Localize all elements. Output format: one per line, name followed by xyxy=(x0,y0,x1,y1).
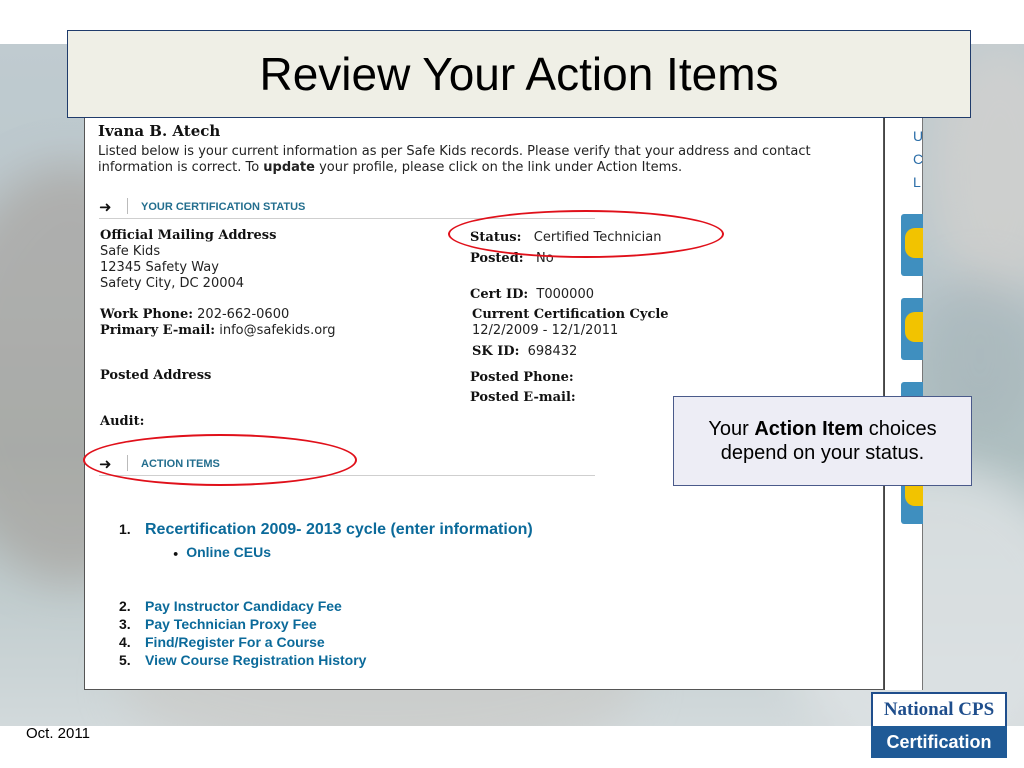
callout-box: Your Action Item choices depend on your … xyxy=(673,396,972,486)
mailing-address-label: Official Mailing Address xyxy=(100,228,277,243)
sidebar-letter[interactable]: L xyxy=(913,174,921,190)
user-name: Ivana B. Atech xyxy=(98,122,221,140)
mailing-line-3: Safety City, DC 20004 xyxy=(100,276,245,291)
mailing-line-2: 12345 Safety Way xyxy=(100,260,219,275)
intro-text: Listed below is your current information… xyxy=(98,144,811,175)
mailing-line-1: Safe Kids xyxy=(100,244,161,259)
audit-label: Audit: xyxy=(100,414,145,429)
find-course-link[interactable]: Find/Register For a Course xyxy=(145,634,325,650)
sidebar-tile[interactable] xyxy=(901,214,923,276)
work-phone: Work Phone: 202-662-0600 xyxy=(100,307,290,322)
sub-action-item[interactable]: ● Online CEUs xyxy=(173,544,271,560)
sidebar-letter[interactable]: U xyxy=(913,128,923,144)
posted-email-label: Posted E-mail: xyxy=(470,390,576,405)
sidebar-letter[interactable]: C xyxy=(913,151,923,167)
posted-address-label: Posted Address xyxy=(100,368,212,383)
action-item-4[interactable]: 4. Find/Register For a Course xyxy=(119,634,325,650)
footer-date: Oct. 2011 xyxy=(26,725,90,742)
cycle-value: 12/2/2009 - 12/1/2011 xyxy=(472,323,619,338)
cert-id-field: Cert ID: T000000 xyxy=(470,287,594,302)
recertification-link[interactable]: Recertification 2009- 2013 cycle (enter … xyxy=(145,521,533,538)
action-item-1[interactable]: 1. Recertification 2009- 2013 cycle (ente… xyxy=(119,521,533,539)
sidebar-tile[interactable] xyxy=(901,298,923,360)
action-item-5[interactable]: 5. View Course Registration History xyxy=(119,652,366,668)
slide-title: Review Your Action Items xyxy=(259,48,779,100)
primary-email: Primary E-mail: info@safekids.org xyxy=(100,323,336,338)
action-items-highlight-ellipse xyxy=(83,434,357,486)
bullet-icon: ● xyxy=(173,548,179,559)
proxy-fee-link[interactable]: Pay Technician Proxy Fee xyxy=(145,616,317,632)
action-item-3[interactable]: 3. Pay Technician Proxy Fee xyxy=(119,616,317,632)
cycle-label: Current Certification Cycle xyxy=(472,307,669,322)
callout-text: Your Action Item choices depend on your … xyxy=(708,418,937,464)
registration-history-link[interactable]: View Course Registration History xyxy=(145,652,366,668)
national-cps-logo: National CPS Certification xyxy=(871,692,1007,758)
sk-id-field: SK ID: 698432 xyxy=(472,344,578,359)
action-item-2[interactable]: 2. Pay Instructor Candidacy Fee xyxy=(119,598,342,614)
instructor-fee-link[interactable]: Pay Instructor Candidacy Fee xyxy=(145,598,342,614)
online-ceus-link[interactable]: Online CEUs xyxy=(186,544,271,560)
arrow-right-icon: ➜ xyxy=(99,198,112,216)
slide-title-box: Review Your Action Items xyxy=(67,30,971,118)
status-highlight-ellipse xyxy=(448,210,724,258)
posted-phone-label: Posted Phone: xyxy=(470,370,574,385)
